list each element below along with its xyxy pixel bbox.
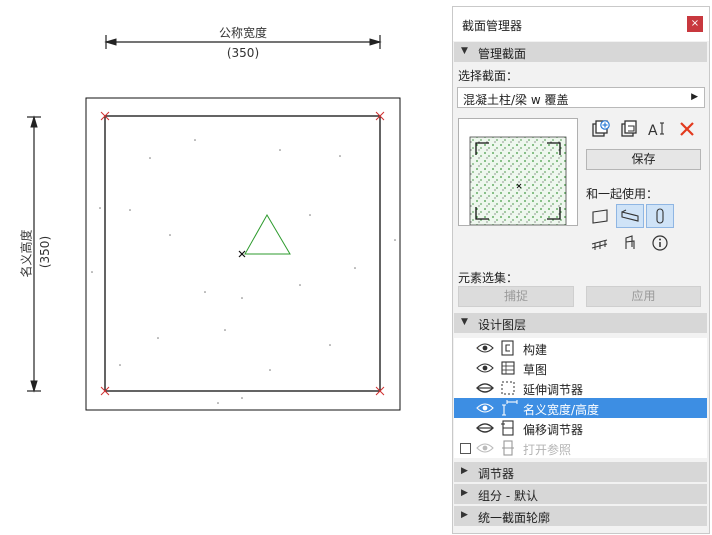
layer-row-offset-modifier[interactable]: 偏移调节器 — [454, 418, 707, 438]
design-layers-section-header[interactable]: ▼ 设计图层 — [454, 313, 707, 333]
eye-visible-icon[interactable] — [476, 441, 494, 458]
dropdown-arrow-icon: ▶ — [691, 92, 698, 102]
delete-profile-icon[interactable] — [675, 117, 699, 141]
panel-titlebar[interactable]: 截面管理器 × — [453, 7, 709, 41]
layer-row-sketch[interactable]: 草图 — [454, 358, 707, 378]
modifiers-section-header[interactable]: ▶ 调节器 — [454, 462, 707, 482]
origin-marker[interactable] — [238, 250, 246, 258]
apply-button[interactable]: 应用 — [586, 286, 701, 307]
construction-layer-icon — [500, 340, 516, 359]
save-button[interactable]: 保存 — [586, 149, 701, 170]
offset-modifier-icon — [500, 420, 516, 439]
element-set-label: 元素选集： — [458, 271, 519, 285]
selected-profile-value: 混凝土柱/梁 w 覆盖 — [463, 93, 569, 107]
section-label: 统一截面轮廓 — [478, 511, 551, 525]
profile-preview — [458, 118, 578, 226]
svg-text:A: A — [648, 123, 658, 139]
outer-cover-outline — [85, 97, 401, 411]
duplicate-profile-icon[interactable] — [617, 117, 641, 141]
eye-visible-icon[interactable] — [476, 401, 494, 418]
layer-row-construction[interactable]: 构建 — [454, 338, 707, 358]
beam-toggle-icon[interactable] — [616, 204, 644, 228]
capture-button[interactable]: 捕捉 — [458, 286, 574, 307]
profile-select-dropdown[interactable]: 混凝土柱/梁 w 覆盖 ▶ — [457, 87, 705, 108]
eye-visible-icon[interactable] — [476, 341, 494, 358]
profile-drawing[interactable] — [0, 0, 452, 535]
eye-hidden-icon[interactable] — [476, 381, 494, 398]
open-reference-checkbox[interactable] — [460, 443, 471, 454]
wall-toggle-icon[interactable] — [586, 204, 614, 228]
info-icon[interactable] — [646, 231, 674, 255]
components-section-header[interactable]: ▶ 组分 - 默认 — [454, 484, 707, 504]
layer-name: 延伸调节器 — [523, 383, 584, 397]
eye-hidden-icon[interactable] — [476, 421, 494, 438]
layer-row-stretch-modifier[interactable]: 延伸调节器 — [454, 378, 707, 398]
nominal-size-icon — [500, 400, 518, 419]
panel-title: 截面管理器 — [462, 19, 523, 33]
width-dimension-label: 公称宽度 — [218, 26, 267, 40]
drawing-canvas[interactable]: 公称宽度 (350) 名义高度 (350) — [0, 0, 452, 535]
opening-toggle-icon[interactable] — [616, 231, 644, 255]
layer-row-nominal-size[interactable]: 名义宽度/高度 — [454, 398, 707, 418]
section-label: 调节器 — [478, 467, 515, 481]
layer-name: 草图 — [523, 363, 548, 377]
collapse-triangle-icon: ▼ — [461, 317, 468, 327]
design-layer-list: 构建 草图 延伸调节器 名义宽度/高度 偏移调节器 打开参照 — [454, 338, 707, 458]
width-dimension-value: (350) — [226, 46, 260, 60]
select-profile-label: 选择截面： — [458, 69, 519, 83]
new-profile-icon[interactable] — [588, 117, 612, 141]
railing-toggle-icon[interactable] — [586, 231, 614, 255]
expand-triangle-icon: ▶ — [461, 488, 468, 498]
collapse-triangle-icon: ▼ — [461, 46, 468, 56]
open-reference-icon — [500, 440, 516, 459]
close-button[interactable]: × — [687, 16, 703, 32]
section-label: 组分 - 默认 — [478, 489, 538, 503]
stretch-modifier-icon — [500, 380, 516, 399]
concrete-hatch-dots — [91, 139, 396, 404]
section-label: 管理截面 — [478, 47, 527, 61]
section-label: 设计图层 — [478, 318, 527, 332]
layer-name: 名义宽度/高度 — [523, 403, 600, 417]
height-dimension-value: (350) — [38, 235, 52, 269]
uniform-profile-contour-section-header[interactable]: ▶ 统一截面轮廓 — [454, 506, 707, 526]
reference-triangle[interactable] — [244, 213, 291, 255]
column-toggle-icon[interactable] — [646, 204, 674, 228]
height-dimension-label: 名义高度 — [19, 229, 34, 278]
profile-manager-panel: 截面管理器 × ▼ 管理截面 选择截面： 混凝土柱/梁 w 覆盖 ▶ A 保存 … — [452, 6, 710, 534]
manage-profiles-section-header[interactable]: ▼ 管理截面 — [454, 42, 707, 62]
layer-name: 构建 — [523, 343, 548, 357]
layer-name: 偏移调节器 — [523, 423, 584, 437]
use-with-label: 和一起使用： — [586, 187, 659, 201]
sketch-layer-icon — [500, 360, 516, 379]
expand-triangle-icon: ▶ — [461, 510, 468, 520]
layer-name: 打开参照 — [523, 443, 572, 457]
layer-row-open-reference[interactable]: 打开参照 — [454, 438, 707, 458]
rename-profile-icon[interactable]: A — [646, 117, 670, 141]
eye-visible-icon[interactable] — [476, 361, 494, 378]
expand-triangle-icon: ▶ — [461, 466, 468, 476]
